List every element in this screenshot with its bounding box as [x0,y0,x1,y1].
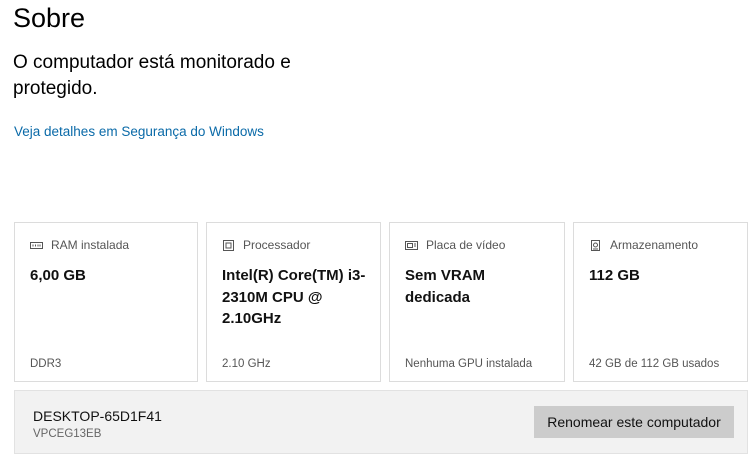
page-title: Sobre [13,3,86,33]
card-header: RAM instalada [30,238,129,252]
card-detail: DDR3 [30,358,62,370]
device-name: DESKTOP-65D1F41 [33,408,162,424]
card-label: Placa de vídeo [426,238,506,252]
card-detail: 2.10 GHz [222,358,271,370]
card-label: RAM instalada [51,238,130,252]
ram-card: RAM instalada 6,00 GB DDR3 [14,222,198,382]
ram-icon [30,240,43,251]
device-model: VPCEG13EB [33,428,102,440]
card-header: Armazenamento [589,238,698,252]
card-label: Processador [243,238,311,252]
card-header: Placa de vídeo [405,238,505,252]
windows-security-link[interactable]: Veja detalhes em Segurança do Windows [14,124,264,139]
protection-status-text: O computador está monitorado e protegido… [13,52,291,99]
display-adapter-icon [405,240,418,251]
storage-card: Armazenamento 112 GB 42 GB de 112 GB usa… [573,222,748,382]
card-value: 6,00 GB [30,267,86,284]
processor-icon [222,239,235,251]
card-value: Sem VRAM dedicada [405,267,486,306]
card-value: 112 GB [589,267,640,284]
graphics-card: Placa de vídeo Sem VRAM dedicada Nenhuma… [389,222,565,382]
card-value: Intel(R) Core(TM) i3-2310M CPU @ 2.10GHz [222,267,366,327]
storage-icon [589,239,602,251]
device-name-panel: DESKTOP-65D1F41 VPCEG13EB Renomear este … [14,390,748,454]
card-header: Processador [222,238,310,252]
rename-pc-button[interactable]: Renomear este computador [534,406,734,438]
card-detail: 42 GB de 112 GB usados [589,358,720,370]
processor-card: Processador Intel(R) Core(TM) i3-2310M C… [206,222,381,382]
card-detail: Nenhuma GPU instalada [405,358,533,370]
card-label: Armazenamento [610,238,699,252]
